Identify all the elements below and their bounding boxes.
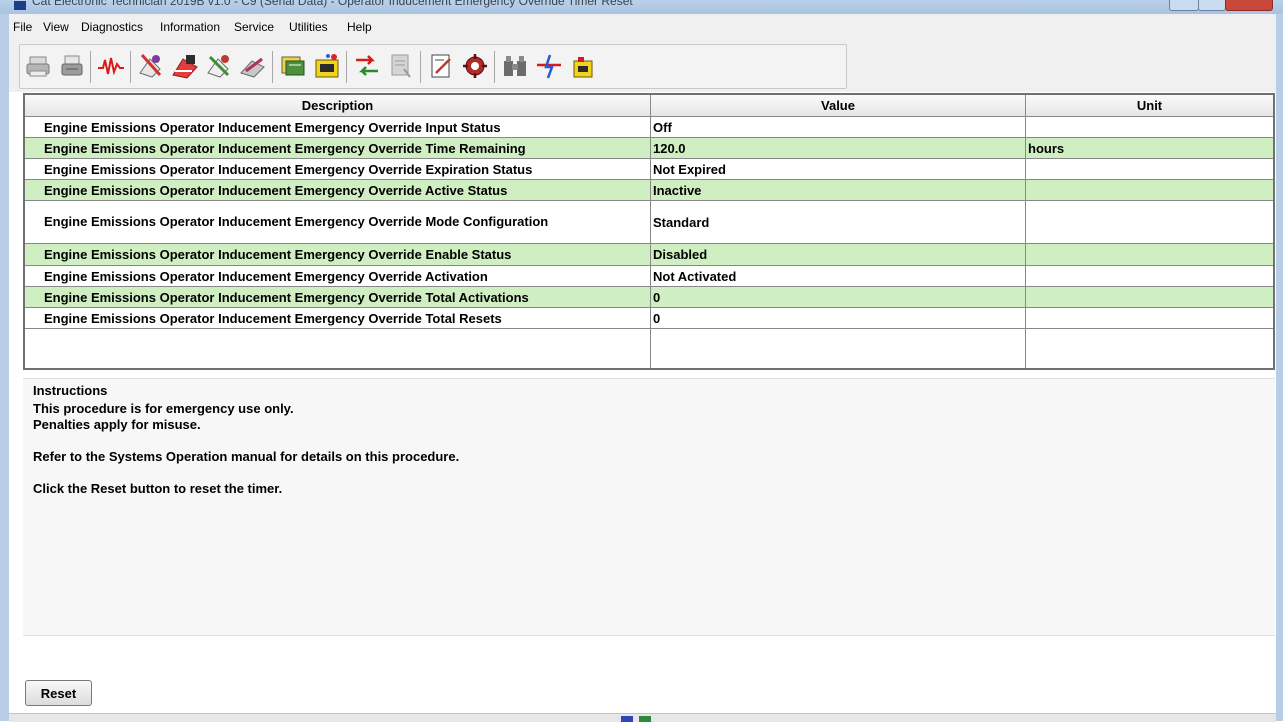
service-tool-3-icon[interactable] [204,51,234,81]
cell-value: 0 [651,287,1026,307]
cell-description: Engine Emissions Operator Inducement Eme… [25,266,651,286]
instruction-line [33,433,459,449]
cell-description: Engine Emissions Operator Inducement Eme… [25,308,651,328]
edit-icon[interactable] [426,51,456,81]
print-icon[interactable] [24,51,54,81]
table-empty-area [25,329,1273,368]
cell-value: 0 [651,308,1026,328]
instruction-line: Refer to the Systems Operation manual fo… [33,449,460,464]
menu-file[interactable]: File [13,20,32,34]
cell-unit [1026,287,1273,307]
window-title: Cat Electronic Technician 2019B v1.0 - C… [32,0,633,8]
table-row[interactable]: Engine Emissions Operator Inducement Eme… [25,138,1273,159]
transfer-icon[interactable] [352,51,382,81]
menu-view[interactable]: View [43,20,69,34]
report-icon[interactable] [386,51,416,81]
maximize-button[interactable] [1198,0,1226,11]
reset-button[interactable]: Reset [25,680,92,706]
binoculars-icon[interactable] [500,51,530,81]
menu-service[interactable]: Service [234,20,274,34]
cell-value: Not Activated [651,266,1026,286]
table-row[interactable]: Engine Emissions Operator Inducement Eme… [25,201,1273,244]
instructions-panel: Instructions This procedure is for emerg… [23,378,1275,636]
table-row[interactable]: Engine Emissions Operator Inducement Eme… [25,266,1273,287]
cell-description: Engine Emissions Operator Inducement Eme… [25,287,651,307]
menu-utilities[interactable]: Utilities [289,20,328,34]
cell-unit [1026,308,1273,328]
cell-description: Engine Emissions Operator Inducement Eme… [25,244,651,265]
cell-value: Inactive [651,180,1026,200]
service-tool-1-icon[interactable] [136,51,166,81]
window-frame-right [1276,14,1283,721]
column-header-unit[interactable]: Unit [1026,95,1273,117]
flash-icon[interactable] [534,51,564,81]
cell-unit [1026,266,1273,286]
cell-value: Disabled [651,244,1026,265]
cell-description: Engine Emissions Operator Inducement Eme… [25,201,651,243]
service-tool-2-icon[interactable] [170,51,200,81]
cell-value: Standard [651,201,1026,243]
settings-icon[interactable] [460,51,490,81]
toolbar-separator [272,51,273,83]
instruction-line: This procedure is for emergency use only… [33,401,294,416]
cell-description: Engine Emissions Operator Inducement Eme… [25,180,651,200]
toolbar-group [19,44,847,89]
parameter-table: Description Value Unit Engine Emissions … [23,93,1275,370]
column-header-value[interactable]: Value [651,95,1026,117]
print-preview-icon[interactable] [58,51,88,81]
battery-icon[interactable] [568,51,598,81]
cell-description: Engine Emissions Operator Inducement Eme… [25,138,651,158]
cell-unit [1026,180,1273,200]
table-row[interactable]: Engine Emissions Operator Inducement Eme… [25,308,1273,329]
cell-description: Engine Emissions Operator Inducement Eme… [25,117,651,137]
module-icon[interactable] [278,51,308,81]
toolbar-separator [420,51,421,83]
window-frame-left [0,14,9,721]
cell-value: 120.0 [651,138,1026,158]
instruction-line [33,465,459,481]
table-row[interactable]: Engine Emissions Operator Inducement Eme… [25,159,1273,180]
menu-help[interactable]: Help [347,20,372,34]
cell-empty [651,329,1026,368]
cell-unit [1026,244,1273,265]
toolbar-separator [494,51,495,83]
cell-value: Off [651,117,1026,137]
menu-information[interactable]: Information [160,20,220,34]
toolbar-separator [346,51,347,83]
cell-value: Not Expired [651,159,1026,179]
toolbar-separator [130,51,131,83]
cell-description: Engine Emissions Operator Inducement Eme… [25,159,651,179]
table-row[interactable]: Engine Emissions Operator Inducement Eme… [25,117,1273,138]
service-tool-4-icon[interactable] [238,51,268,81]
cell-empty [1026,329,1273,368]
instructions-body: This procedure is for emergency use only… [33,401,459,497]
instruction-line: Penalties apply for misuse. [33,417,201,432]
cell-unit [1026,159,1273,179]
waveform-icon[interactable] [96,51,126,81]
column-header-description[interactable]: Description [25,95,651,117]
table-row[interactable]: Engine Emissions Operator Inducement Eme… [25,287,1273,308]
cell-unit: hours [1028,140,1065,156]
cell-unit [1026,117,1273,137]
table-row[interactable]: Engine Emissions Operator Inducement Eme… [25,180,1273,201]
app-icon [14,1,26,10]
toolbar [9,40,1276,92]
toolbar-separator [90,51,91,83]
status-indicator-blue-icon [621,716,633,722]
ecm-icon[interactable] [312,51,342,81]
instruction-line: Click the Reset button to reset the time… [33,481,283,496]
cell-unit [1026,201,1273,243]
menu-bar: File View Diagnostics Information Servic… [9,14,1276,40]
close-button[interactable] [1225,0,1273,11]
menu-diagnostics[interactable]: Diagnostics [81,20,143,34]
instructions-title: Instructions [33,383,108,398]
cell-empty [25,329,651,368]
status-indicator-green-icon [639,716,651,722]
title-bar: Cat Electronic Technician 2019B v1.0 - C… [0,0,1283,14]
minimize-button[interactable] [1169,0,1199,11]
table-row[interactable]: Engine Emissions Operator Inducement Eme… [25,244,1273,266]
